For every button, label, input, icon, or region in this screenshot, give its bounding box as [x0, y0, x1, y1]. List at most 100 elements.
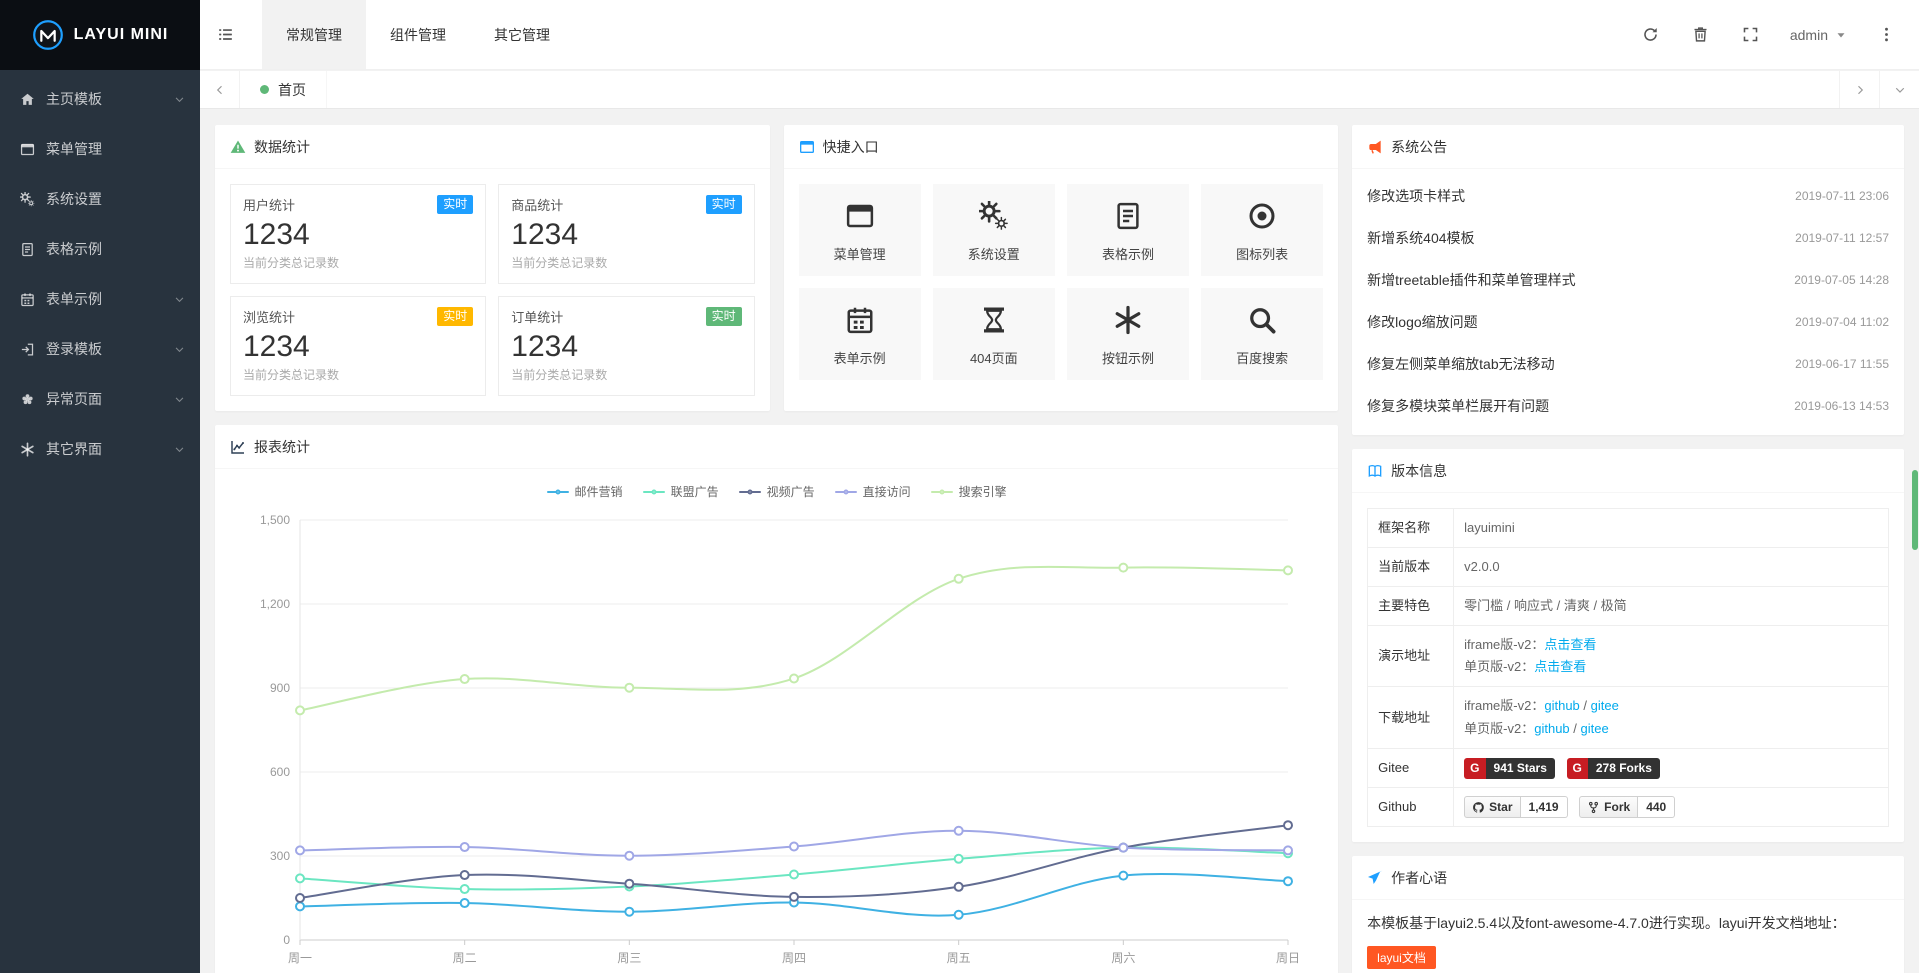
sidebar-item-label: 菜单管理 [46, 139, 102, 159]
version-field-value: layuimini [1454, 509, 1889, 548]
quick-entry-menu-management[interactable]: 菜单管理 [799, 184, 921, 276]
quick-entry-baidu-search[interactable]: 百度搜索 [1201, 288, 1323, 380]
svg-text:1,500: 1,500 [260, 513, 290, 527]
stat-box-users: 用户统计 实时 1234 当前分类总记录数 [230, 184, 486, 284]
list-icon [217, 26, 234, 43]
announcement-item[interactable]: 新增treetable插件和菜单管理样式 2019-07-05 14:28 [1367, 259, 1889, 301]
sidebar-item-table-example[interactable]: 表格示例 [0, 224, 200, 274]
chevron-down-icon [1894, 84, 1906, 96]
more-menu-button[interactable] [1861, 0, 1911, 69]
version-info-card: 版本信息 框架名称 layuimini 当前版本 v2.0.0 主要特色 [1352, 449, 1904, 842]
sidebar-item-form-example[interactable]: 表单示例 [0, 274, 200, 324]
stat-label: 订单统计 [511, 307, 563, 326]
layui-doc-badge[interactable]: layui文档 [1367, 946, 1436, 969]
sidebar-item-label: 表格示例 [46, 239, 102, 259]
sidebar-item-system-settings[interactable]: 系统设置 [0, 174, 200, 224]
announcement-item[interactable]: 修复多模块菜单栏展开有问题 2019-06-13 14:53 [1367, 385, 1889, 427]
gitee-forks-badge[interactable]: G278 Forks [1567, 758, 1660, 779]
announcement-item[interactable]: 修改选项卡样式 2019-07-11 23:06 [1367, 175, 1889, 217]
open-tabs: 首页 [240, 71, 1839, 108]
version-table: 框架名称 layuimini 当前版本 v2.0.0 主要特色 零门槛 / 响应… [1367, 508, 1889, 827]
legend-item[interactable]: 邮件营销 [547, 483, 623, 500]
scrollbar-thumb[interactable] [1912, 470, 1918, 550]
fullscreen-button[interactable] [1726, 0, 1776, 69]
announcement-item[interactable]: 修复左侧菜单缩放tab无法移动 2019-06-17 11:55 [1367, 343, 1889, 385]
github-star-badge[interactable]: Star1,419 [1464, 796, 1567, 818]
system-announcements-card: 系统公告 修改选项卡样式 2019-07-11 23:06 新增系统404模板 … [1352, 125, 1904, 435]
quick-entry-table-example[interactable]: 表格示例 [1067, 184, 1189, 276]
window-icon [20, 142, 35, 157]
chevron-right-icon [1854, 84, 1866, 96]
svg-text:周四: 周四 [782, 951, 806, 965]
sidebar-item-menu-management[interactable]: 菜单管理 [0, 124, 200, 174]
app-logo[interactable]: LAYUI MINI [0, 0, 200, 70]
chevron-down-icon [174, 444, 185, 455]
tab-scroll-left-button[interactable] [200, 71, 240, 108]
paper-plane-icon [1367, 870, 1383, 886]
announcement-date: 2019-07-11 23:06 [1795, 189, 1889, 203]
clear-cache-button[interactable] [1676, 0, 1726, 69]
sidebar-item-label: 其它界面 [46, 439, 102, 459]
sidebar-item-other-pages[interactable]: 其它界面 [0, 424, 200, 474]
header-tab-components[interactable]: 组件管理 [366, 0, 470, 69]
sidebar-item-home-templates[interactable]: 主页模板 [0, 74, 200, 124]
user-menu[interactable]: admin [1776, 0, 1861, 69]
header-tab-other[interactable]: 其它管理 [470, 0, 574, 69]
asterisk-icon [1113, 305, 1143, 335]
demo-single-page-link[interactable]: 点击查看 [1534, 659, 1586, 674]
version-field-value: iframe版-v2：github / gitee 单页版-v2：github … [1454, 687, 1889, 748]
gitee-stars-badge[interactable]: G941 Stars [1464, 758, 1555, 779]
sidebar-item-login-templates[interactable]: 登录模板 [0, 324, 200, 374]
calendar-icon [20, 292, 35, 307]
quick-entry-form-example[interactable]: 表单示例 [799, 288, 921, 380]
collapse-sidebar-button[interactable] [200, 0, 250, 69]
main-content: 数据统计 用户统计 实时 1234 当前分类总记录数 [200, 110, 1919, 973]
author-paragraph: 本模板基于layui2.5.4以及font-awesome-4.7.0进行实现。… [1367, 912, 1889, 936]
download-single-gitee-link[interactable]: gitee [1581, 721, 1609, 736]
quick-entry-icon-list[interactable]: 图标列表 [1201, 184, 1323, 276]
card-title: 作者心语 [1391, 868, 1447, 888]
svg-text:0: 0 [283, 933, 290, 947]
announcement-item[interactable]: 新增系统404模板 2019-07-11 12:57 [1367, 217, 1889, 259]
version-field-label: 演示地址 [1368, 626, 1454, 687]
announcement-item[interactable]: 修改logo缩放问题 2019-07-04 11:02 [1367, 301, 1889, 343]
tab-home[interactable]: 首页 [240, 71, 327, 108]
logo-icon [32, 19, 64, 51]
sidebar-item-error-pages[interactable]: 异常页面 [0, 374, 200, 424]
tab-scroll-right-button[interactable] [1839, 71, 1879, 108]
refresh-button[interactable] [1626, 0, 1676, 69]
download-iframe-gitee-link[interactable]: gitee [1591, 698, 1619, 713]
announcement-date: 2019-06-17 11:55 [1795, 357, 1889, 371]
demo-iframe-link[interactable]: 点击查看 [1544, 637, 1596, 652]
flower-icon [20, 392, 35, 407]
stat-label: 商品统计 [511, 195, 563, 214]
version-field-value: iframe版-v2：点击查看 单页版-v2：点击查看 [1454, 626, 1889, 687]
card-title: 版本信息 [1391, 461, 1447, 481]
quick-entry-404-page[interactable]: 404页面 [933, 288, 1055, 380]
quick-entry-button-example[interactable]: 按钮示例 [1067, 288, 1189, 380]
legend-item[interactable]: 搜索引擎 [931, 483, 1007, 500]
caret-down-icon [1835, 29, 1847, 41]
tab-operations-button[interactable] [1879, 71, 1919, 108]
version-field-value: v2.0.0 [1454, 548, 1889, 587]
window-icon [799, 139, 815, 155]
header: 常规管理 组件管理 其它管理 admin [200, 0, 1919, 70]
stat-desc: 当前分类总记录数 [511, 254, 741, 271]
version-field-value: Star1,419 Fork440 [1454, 787, 1889, 827]
legend-item[interactable]: 直接访问 [835, 483, 911, 500]
version-field-label: 下载地址 [1368, 687, 1454, 748]
download-single-github-link[interactable]: github [1534, 721, 1569, 736]
legend-item[interactable]: 视频广告 [739, 483, 815, 500]
legend-item[interactable]: 联盟广告 [643, 483, 719, 500]
sidebar-item-label: 异常页面 [46, 389, 102, 409]
version-field-label: 当前版本 [1368, 548, 1454, 587]
stat-value: 1234 [511, 220, 741, 250]
github-fork-badge[interactable]: Fork440 [1579, 796, 1675, 818]
card-title: 系统公告 [1391, 137, 1447, 157]
version-field-label: 框架名称 [1368, 509, 1454, 548]
announcement-date: 2019-07-05 14:28 [1794, 273, 1889, 287]
download-iframe-github-link[interactable]: github [1544, 698, 1579, 713]
quick-entry-system-settings[interactable]: 系统设置 [933, 184, 1055, 276]
header-tab-regular[interactable]: 常规管理 [262, 0, 366, 69]
window-icon [845, 201, 875, 231]
